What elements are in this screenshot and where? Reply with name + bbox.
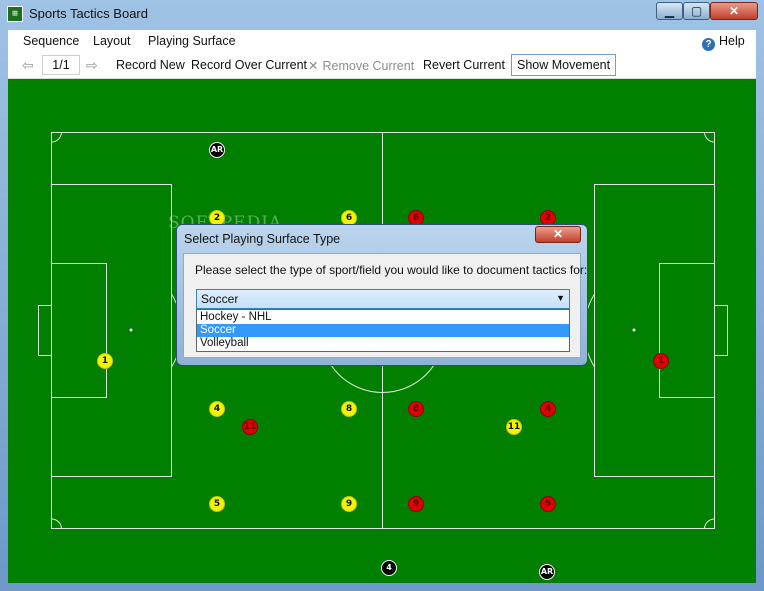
dialog-body: Please select the type of sport/field yo… — [183, 253, 587, 358]
revert-current-button[interactable]: Revert Current — [423, 58, 505, 72]
dialog-close-button[interactable]: ✕ — [535, 226, 581, 243]
player-token[interactable]: 11 — [506, 419, 522, 435]
menu-playing-surface[interactable]: Playing Surface — [148, 34, 236, 48]
remove-current-button[interactable]: ✕ Remove Current — [308, 58, 414, 73]
previous-arrow-icon[interactable]: ⇦ — [22, 57, 34, 74]
player-token[interactable]: 9 — [341, 496, 357, 512]
player-token[interactable]: 11 — [242, 419, 258, 435]
player-token[interactable]: AR — [539, 564, 555, 580]
close-icon: ✕ — [728, 4, 740, 18]
remove-current-label: Remove Current — [322, 59, 415, 73]
player-token[interactable]: 9 — [408, 496, 424, 512]
record-new-button[interactable]: Record New — [116, 58, 185, 72]
minimize-button[interactable]: ▁ — [656, 2, 683, 20]
field-icon: ⊞ — [7, 6, 23, 22]
player-token[interactable]: 4 — [540, 401, 556, 417]
next-arrow-icon[interactable]: ⇨ — [86, 57, 98, 74]
menu-layout[interactable]: Layout — [93, 34, 131, 48]
player-token[interactable]: 5 — [540, 496, 556, 512]
player-token[interactable]: 1 — [653, 353, 669, 369]
title-bar: ⊞ Sports Tactics Board ▁ ▢ ✕ — [0, 0, 764, 28]
menu-sequence[interactable]: Sequence — [23, 34, 79, 48]
dialog-prompt: Please select the type of sport/field yo… — [195, 263, 588, 277]
player-token[interactable]: 5 — [209, 496, 225, 512]
player-token[interactable]: 8 — [341, 401, 357, 417]
select-surface-dialog: Select Playing Surface Type ✕ Please sel… — [176, 224, 588, 366]
help-label: Help — [719, 34, 745, 48]
player-token[interactable]: 4 — [381, 560, 397, 576]
maximize-button[interactable]: ▢ — [683, 2, 710, 20]
minimize-icon: ▁ — [664, 4, 675, 18]
help-icon: ? — [702, 38, 715, 51]
toolbar: ⇦ 1/1 ⇨ Record New Record Over Current ✕… — [8, 53, 756, 79]
page-indicator: 1/1 — [42, 55, 80, 75]
surface-options-list: Hockey - NHL Soccer Volleyball — [196, 309, 570, 352]
dialog-title: Select Playing Surface Type — [184, 232, 341, 246]
close-icon: ✕ — [552, 227, 564, 241]
player-token[interactable]: AR — [209, 142, 225, 158]
chevron-down-icon[interactable]: ▼ — [556, 293, 565, 303]
menu-bar: Sequence Layout Playing Surface ? Help — [8, 30, 756, 52]
surface-type-select[interactable]: Soccer ▼ — [196, 289, 570, 309]
remove-icon: ✕ — [308, 59, 319, 73]
show-movement-button[interactable]: Show Movement — [511, 54, 617, 76]
help-menu[interactable]: ? Help — [702, 34, 745, 51]
select-value: Soccer — [201, 292, 239, 306]
option-volleyball[interactable]: Volleyball — [197, 337, 569, 350]
player-token[interactable]: 8 — [408, 401, 424, 417]
window-title: Sports Tactics Board — [29, 6, 148, 21]
player-token[interactable]: 1 — [97, 353, 113, 369]
close-button[interactable]: ✕ — [710, 2, 758, 20]
maximize-icon: ▢ — [690, 4, 703, 18]
player-token[interactable]: 4 — [209, 401, 225, 417]
option-hockey-nhl[interactable]: Hockey - NHL — [197, 311, 569, 324]
option-soccer[interactable]: Soccer — [197, 324, 569, 337]
app-window: ⊞ Sports Tactics Board ▁ ▢ ✕ Sequence La… — [0, 0, 764, 591]
record-over-current-button[interactable]: Record Over Current — [191, 58, 307, 72]
